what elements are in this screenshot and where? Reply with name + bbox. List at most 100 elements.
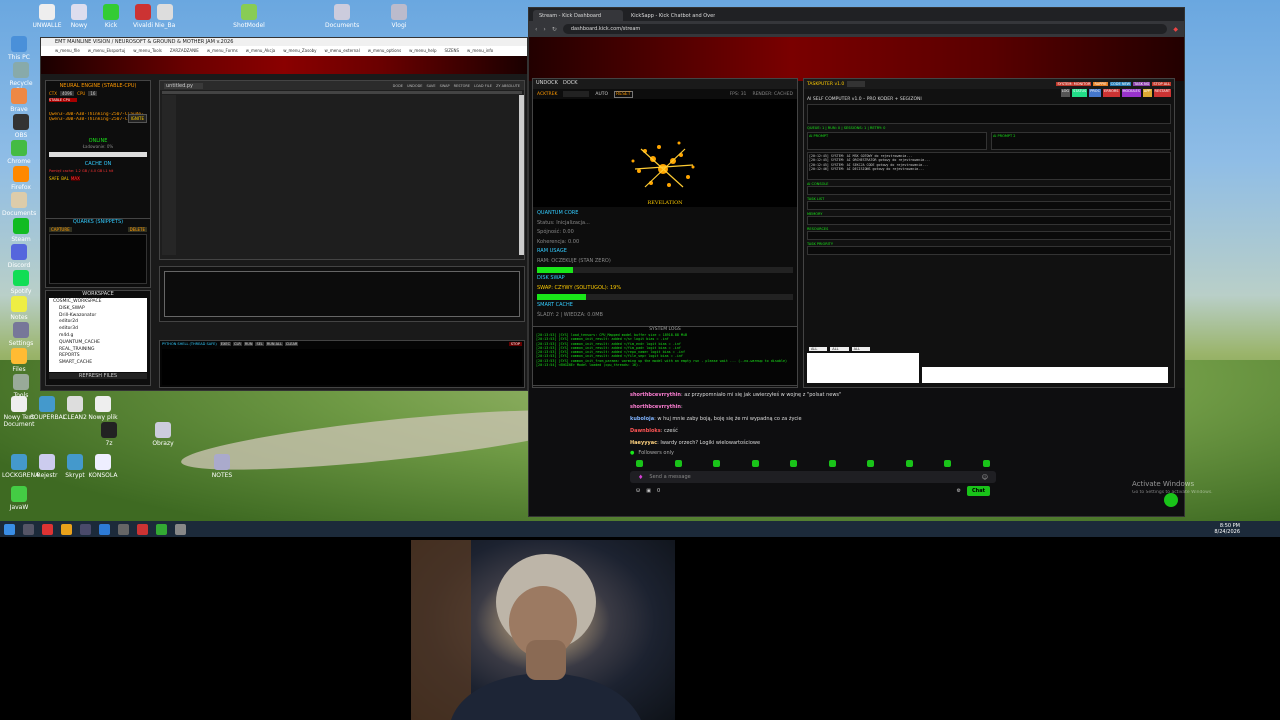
taskputer-badge[interactable]: SYSTEM: MONITOR [1056,82,1092,86]
desktop-icon[interactable]: Chrome [2,140,36,165]
quarks-list[interactable] [49,234,147,284]
taskputer-subbadge[interactable]: RESTART [1153,89,1171,97]
gift-icon[interactable]: ⛁ [636,488,640,494]
taskputer-section-box[interactable] [807,216,1171,225]
desktop-icon[interactable]: Nowy plik [86,396,120,421]
ide-menu-item[interactable]: w_menu_Forms [207,46,238,56]
delete-button[interactable]: DELETE [127,227,147,232]
reset-button[interactable]: RESET [614,90,633,98]
taskputer-section-box[interactable] [807,201,1171,210]
back-icon[interactable]: ‹ [535,26,537,33]
desktop-icon[interactable]: Documents [2,192,36,217]
shell-button[interactable]: SEL [255,342,264,346]
app3-taskbar-icon[interactable] [175,523,186,535]
desktop-icon[interactable]: Kick [94,4,128,29]
workspace-tree-item[interactable]: SMART_CACHE [51,360,145,367]
mode-max-button[interactable]: MAX [70,176,80,181]
taskputer-subbadge[interactable]: MODULES [1121,89,1141,97]
desktop-icon[interactable]: This PC [2,36,36,61]
desktop-icon[interactable]: Nie_Ba [148,4,182,29]
taskputer-section-box[interactable] [807,186,1171,195]
taskputer-badge[interactable]: CODE NEW [1109,82,1132,86]
workspace-tree-item[interactable]: DISK_SWAP [51,306,145,313]
chat-username[interactable]: Dawnbloks [630,428,661,434]
task-detail-box[interactable] [922,367,1168,383]
ide-menu-item[interactable]: w_menu_external [325,46,360,56]
desktop-icon[interactable]: JavaW [2,486,36,511]
filter-dropdown[interactable]: ALL [851,347,870,351]
desktop-icon[interactable]: Files [2,348,36,373]
emote-icon[interactable] [674,460,682,467]
desktop-icon[interactable]: Settings [4,322,38,347]
emote-icon[interactable] [636,460,643,467]
task-list-box[interactable] [807,353,919,383]
chat-username[interactable]: shorthbcevrrythin [630,404,681,410]
shell-button[interactable]: CLEAR [284,342,299,346]
brave-taskbar-icon[interactable] [42,523,53,535]
mode-safe-button[interactable]: SAFE [49,176,59,181]
points-icon[interactable]: ▣ [646,488,651,494]
mic-icon[interactable]: ♦ [638,474,643,481]
capture-button[interactable]: CAPTURE [49,227,72,232]
reload-icon[interactable]: ↻ [552,26,557,33]
store-taskbar-icon[interactable] [99,523,110,535]
browser-tab-kicksapp[interactable]: KickSapp - Kick Chatbot and Over... [625,10,715,21]
settings-icon[interactable]: ⚙ [957,488,961,494]
desktop-icon[interactable]: Discord [2,244,36,269]
workspace-tree-item[interactable]: QUANTUM_CACHE [51,340,145,347]
app-taskbar-icon[interactable] [137,523,148,535]
refresh-files-button[interactable]: REFRESH FILES [49,373,147,379]
desktop-icon[interactable]: Vlogi [382,4,416,29]
chat-username[interactable]: shorthbcevrrythin [630,392,681,398]
filter-dropdown[interactable]: ALL [830,347,849,351]
ai-prompt-1[interactable]: AI PROMPT [807,132,987,150]
obs-taskbar-icon[interactable] [118,523,129,535]
editor-scrollbar[interactable] [519,95,524,255]
taskputer-section-box[interactable] [807,246,1171,255]
desktop-icon[interactable]: Brave [2,88,36,113]
auto-toggle[interactable]: AUTO [595,92,608,97]
activate-toggle[interactable]: ACKTREK [537,92,557,97]
shell-stop-button[interactable]: STOP [508,342,522,346]
ide-menu-item[interactable]: ZARZADZANIE [170,46,199,56]
activate-input[interactable] [563,91,590,97]
taskputer-badge[interactable]: TASK NG [1133,82,1151,86]
dock-button[interactable]: DOCK [563,80,578,88]
desktop-icon[interactable]: ShotModel [232,4,266,29]
address-bar[interactable]: dashboard.kick.com/stream [562,24,1168,34]
taskputer-subbadge[interactable]: STATUS [1072,89,1088,97]
ide-menu-item[interactable]: w_menu_Akcja [246,46,276,56]
taskputer-badge[interactable]: STOP ALL [1152,82,1171,86]
chat-send-button[interactable]: Chat [967,486,990,496]
brave-shield-icon[interactable]: ◆ [1173,26,1178,33]
taskputer-id-input[interactable] [847,81,866,87]
output-area[interactable] [164,271,520,317]
shell-button[interactable]: CLR [233,342,242,346]
desktop-icon[interactable]: OBS [4,114,38,139]
ide-menu-item[interactable]: w_menu_help [409,46,436,56]
clock[interactable]: 8:50 PM 8/24/2026 [1214,523,1280,535]
app2-taskbar-icon[interactable] [156,523,167,535]
editor-action-button[interactable]: DODE [393,84,403,88]
editor-action-button[interactable]: LOAD FILE [474,84,492,88]
shell-button[interactable]: EXEC [219,342,232,346]
editor-action-button[interactable]: SAVE [427,84,436,88]
workspace-tree-item[interactable]: COSMIC_WORKSPACE [51,299,145,306]
editor-action-button[interactable]: UNDODE [407,84,423,88]
editor-action-button[interactable]: SWAP [440,84,450,88]
desktop-icon[interactable]: Notes [2,296,36,321]
editor-action-button[interactable]: ZY ABSOLUTE [496,84,520,88]
ide-menu-item[interactable]: w_menu_info [467,46,493,56]
mode-bal-button[interactable]: BAL [61,176,69,181]
ide-menu-item[interactable]: w_menu_Tools [133,46,162,56]
forward-icon[interactable]: › [543,26,545,33]
editor-action-button[interactable]: RESTORE [454,84,470,88]
undock-button[interactable]: UNDOCK [536,80,558,88]
desktop-icon[interactable]: Spotify [4,270,38,295]
desktop-icon[interactable]: Nowy [62,4,96,29]
desktop-icon[interactable]: KONSOLA [86,454,120,479]
ide-menu-item[interactable]: w_menu_options [368,46,401,56]
ai-prompt-2[interactable]: AI PROMPT 2 [991,132,1171,150]
shell-button[interactable]: RUN [243,342,254,346]
shell-button[interactable]: RUN ALL [265,342,283,346]
